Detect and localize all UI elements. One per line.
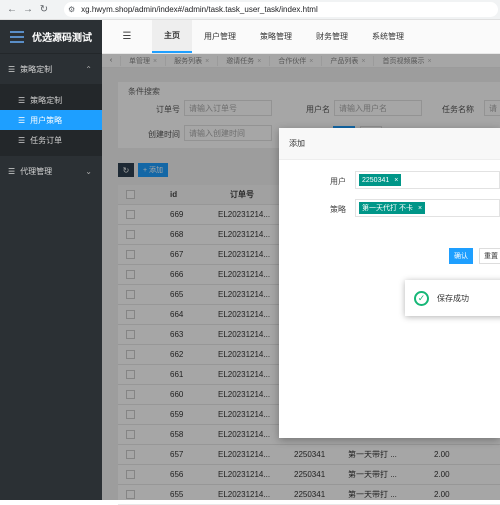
sidebar-item-label: 任务订单	[30, 135, 63, 145]
top-nav: ☰ 主页 用户管理 策略管理 财务管理 系统管理	[102, 20, 500, 54]
chevron-up-icon: ⌃	[85, 64, 92, 74]
toast-message: 保存成功	[437, 293, 469, 303]
strategy-select[interactable]: 第一天代打 不卡 ×	[355, 199, 500, 217]
brand-title: 优选源码测试	[32, 33, 92, 44]
close-icon[interactable]: ×	[394, 177, 398, 184]
sidebar-item-task-orders[interactable]: ☰ 任务订单	[0, 130, 102, 150]
chevron-down-icon: ⌄	[85, 166, 92, 176]
url-text: xg.hwym.shop/admin/index#/admin/task.tas…	[81, 5, 318, 14]
sidebar: 优选源码测试 ☰ 策略定制 ⌃ ☰ 策略定制 ☰ 用户策略 ☰ 任务订单 ☰ 代…	[0, 20, 102, 500]
confirm-button[interactable]: 确认	[449, 248, 473, 264]
sidebar-group-strategy[interactable]: ☰ 策略定制 ⌃	[0, 54, 102, 84]
logo-icon	[10, 30, 24, 43]
sidebar-group-label: 策略定制	[20, 64, 53, 74]
reload-icon[interactable]: ↻	[36, 4, 52, 15]
browser-toolbar: ← → ↻ ⚙ xg.hwym.shop/admin/index#/admin/…	[0, 0, 500, 20]
close-icon[interactable]: ×	[418, 205, 422, 212]
nav-system[interactable]: 系统管理	[360, 20, 416, 53]
user-tag: 2250341 ×	[359, 174, 402, 186]
dialog-title: 添加	[279, 128, 500, 160]
check-circle-icon: ✓	[414, 290, 429, 306]
site-info-icon[interactable]: ⚙	[68, 5, 75, 14]
strategy-label: 策略	[330, 205, 346, 214]
list-icon: ☰	[8, 166, 16, 176]
sidebar-group-label: 代理管理	[20, 166, 53, 176]
strategy-tag: 第一天代打 不卡 ×	[359, 202, 426, 214]
nav-users[interactable]: 用户管理	[192, 20, 248, 53]
brand: 优选源码测试	[0, 20, 102, 54]
nav-finance[interactable]: 财务管理	[304, 20, 360, 53]
back-icon[interactable]: ←	[4, 4, 20, 15]
sidebar-item-label: 用户策略	[30, 115, 63, 125]
list-icon: ☰	[18, 95, 26, 105]
success-toast: ✓ 保存成功	[405, 280, 500, 316]
sidebar-item-label: 策略定制	[30, 95, 63, 105]
list-icon: ☰	[8, 64, 16, 74]
user-label: 用户	[330, 177, 346, 186]
strategy-tag-label: 第一天代打 不卡	[362, 205, 413, 212]
dialog-reset-button[interactable]: 重置	[479, 248, 500, 264]
user-tag-label: 2250341	[362, 176, 390, 184]
user-select[interactable]: 2250341 ×	[355, 171, 500, 189]
address-bar[interactable]: ⚙ xg.hwym.shop/admin/index#/admin/task.t…	[64, 2, 498, 17]
nav-strategy[interactable]: 策略管理	[248, 20, 304, 53]
nav-home[interactable]: 主页	[152, 20, 192, 53]
menu-toggle-icon[interactable]: ☰	[102, 20, 152, 53]
sidebar-item-user-strategy[interactable]: ☰ 用户策略	[0, 110, 102, 130]
list-icon: ☰	[18, 135, 26, 145]
sidebar-item-strategy-custom[interactable]: ☰ 策略定制	[0, 90, 102, 110]
sidebar-group-agent[interactable]: ☰ 代理管理 ⌄	[0, 156, 102, 186]
list-icon: ☰	[18, 115, 26, 125]
forward-icon[interactable]: →	[20, 4, 36, 15]
